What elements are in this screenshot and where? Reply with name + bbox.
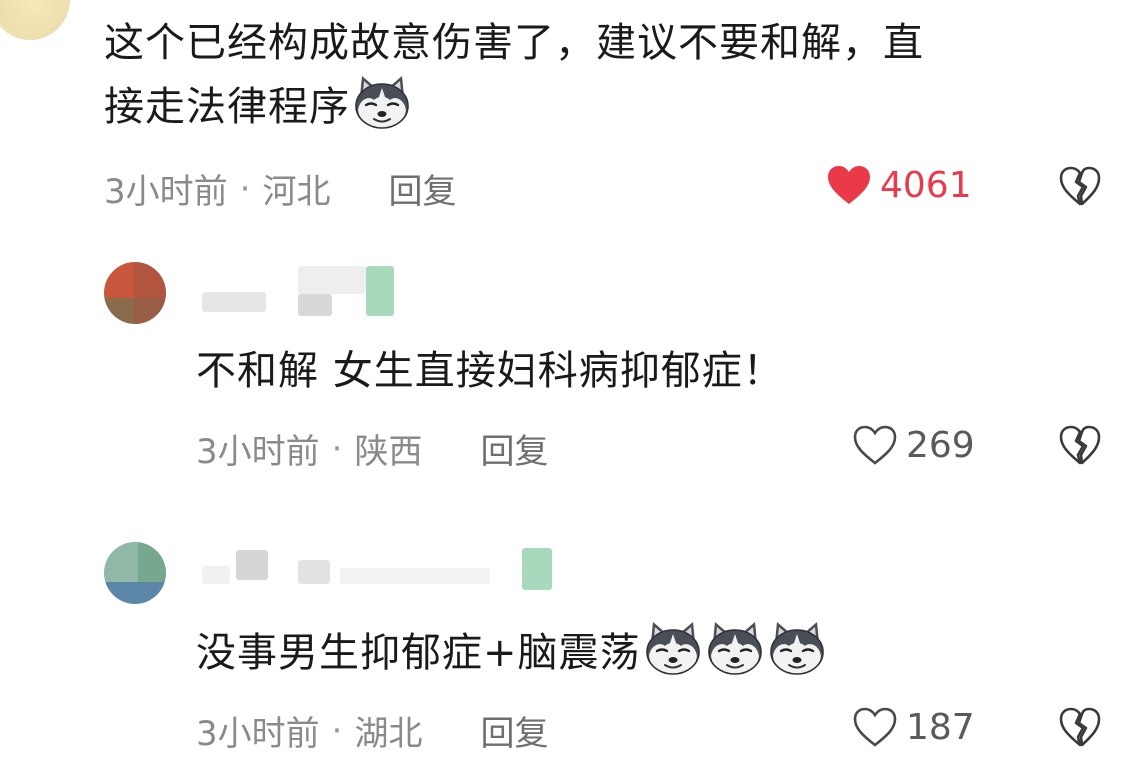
comment-text: 没事男生抑郁症+脑震荡 bbox=[196, 620, 827, 684]
blurred-username bbox=[298, 560, 330, 584]
meta-separator: · bbox=[239, 168, 251, 209]
comment-time: 3小时前 bbox=[196, 432, 320, 472]
comment-line-1: 这个已经构成故意伤害了，建议不要和解，直 bbox=[104, 20, 924, 66]
comment-meta: 3小时前 · 湖北 回复 bbox=[196, 706, 548, 755]
comment-time: 3小时前 bbox=[196, 714, 320, 754]
blurred-username bbox=[340, 568, 490, 584]
comment-location: 陕西 bbox=[354, 432, 423, 472]
husky-dog-emoji-icon bbox=[705, 620, 765, 676]
heart-icon bbox=[828, 166, 870, 204]
husky-dog-emoji-icon bbox=[767, 620, 827, 676]
husky-dog-emoji-icon bbox=[352, 74, 412, 130]
comment-time: 3小时前 bbox=[104, 172, 228, 212]
avatar[interactable] bbox=[104, 262, 166, 324]
reply-button[interactable]: 回复 bbox=[388, 164, 456, 213]
meta-separator: · bbox=[331, 710, 343, 751]
like-count: 269 bbox=[906, 424, 975, 466]
comment-body: 没事男生抑郁症+脑震荡 bbox=[196, 630, 641, 676]
broken-heart-icon[interactable] bbox=[1058, 424, 1102, 466]
comment-line-2: 接走法律程序 bbox=[104, 84, 350, 130]
comment-text: 不和解 女生直接妇科病抑郁症！ bbox=[196, 348, 784, 394]
blurred-username bbox=[236, 550, 268, 580]
avatar[interactable] bbox=[104, 542, 166, 604]
blurred-username bbox=[298, 266, 366, 294]
reply-button[interactable]: 回复 bbox=[480, 424, 548, 473]
blurred-username bbox=[366, 266, 394, 316]
blurred-username bbox=[522, 548, 552, 590]
comment-location: 湖北 bbox=[354, 714, 423, 754]
husky-dog-emoji-icon bbox=[643, 620, 703, 676]
broken-heart-icon[interactable] bbox=[1058, 165, 1102, 207]
like-count: 187 bbox=[906, 706, 975, 748]
blurred-username bbox=[202, 566, 230, 584]
like-button[interactable]: 4061 bbox=[826, 164, 972, 206]
like-button[interactable]: 269 bbox=[852, 424, 975, 466]
comment-meta: 3小时前 · 陕西 回复 bbox=[196, 424, 548, 473]
like-count: 4061 bbox=[880, 164, 972, 206]
comment-meta: 3小时前 · 河北 回复 bbox=[104, 164, 456, 213]
comment-text: 这个已经构成故意伤害了，建议不要和解，直 接走法律程序 bbox=[104, 12, 1114, 138]
meta-separator: · bbox=[331, 428, 343, 469]
comment-location: 河北 bbox=[262, 172, 331, 212]
reply-button[interactable]: 回复 bbox=[480, 706, 548, 755]
broken-heart-icon[interactable] bbox=[1058, 706, 1102, 748]
heart-icon bbox=[853, 425, 897, 465]
like-button[interactable]: 187 bbox=[852, 706, 975, 748]
avatar[interactable] bbox=[0, 0, 70, 40]
blurred-username bbox=[202, 292, 266, 312]
heart-icon bbox=[853, 707, 897, 747]
blurred-username bbox=[298, 294, 332, 316]
